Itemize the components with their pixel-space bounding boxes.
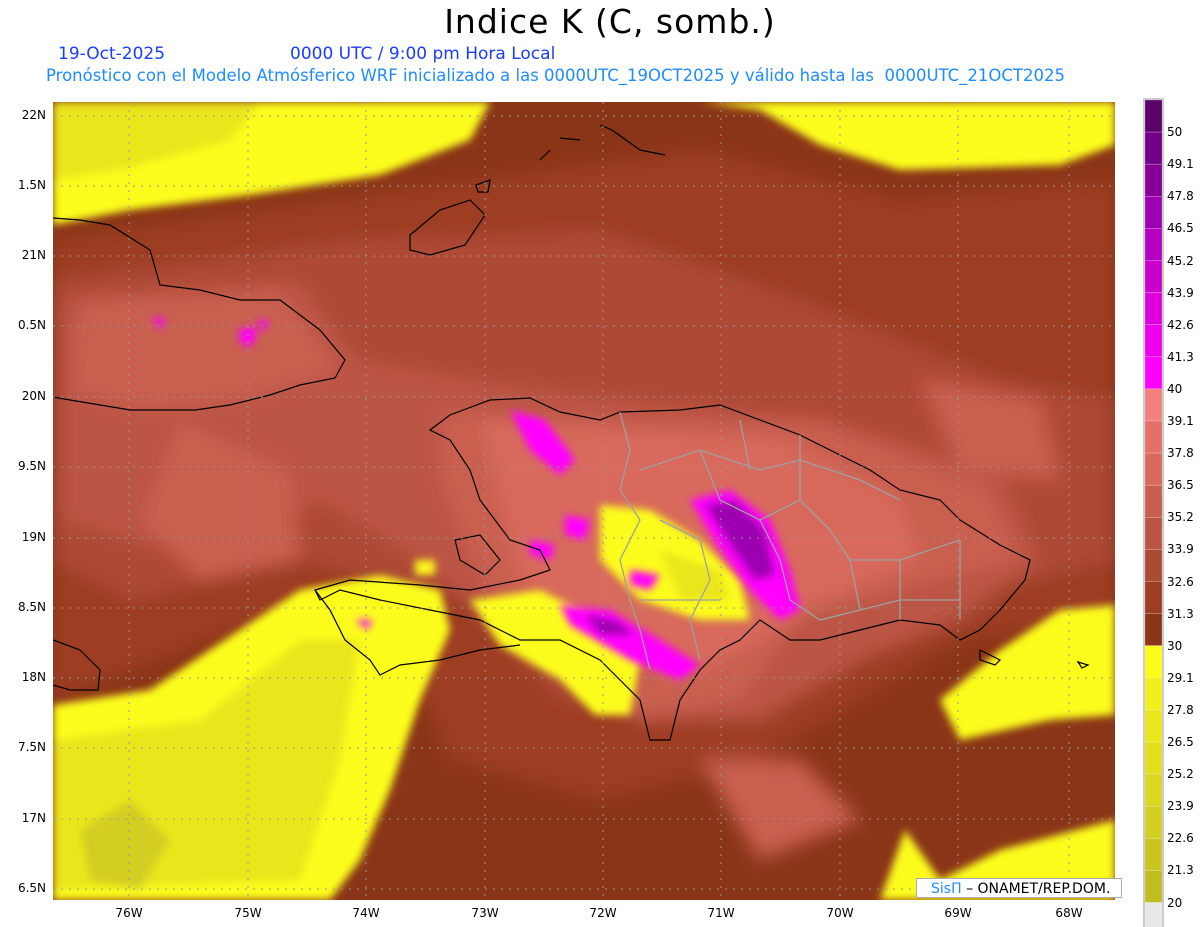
colorbar-swatch [1144, 837, 1163, 871]
colorbar-swatch [1144, 709, 1163, 743]
colorbar-swatch [1144, 741, 1163, 775]
colorbar-label: 25.2 [1167, 767, 1194, 782]
colorbar-label: 32.6 [1167, 574, 1194, 589]
colorbar-swatch [1144, 420, 1163, 454]
lon-label: 68W [1055, 906, 1083, 920]
lat-label: 8.5N [17, 600, 46, 614]
lon-label: 75W [234, 906, 262, 920]
colorbar-swatch [1144, 484, 1163, 518]
colorbar-label: 47.8 [1167, 189, 1194, 204]
colorbar-label: 37.8 [1167, 446, 1194, 461]
lat-label: 0.5N [17, 318, 46, 332]
colorbar-label: 45.2 [1167, 253, 1194, 268]
colorbar-swatch [1144, 196, 1163, 229]
lon-label: 73W [471, 906, 499, 920]
lat-label: 22N [21, 108, 46, 122]
colorbar-label: 39.1 [1167, 414, 1194, 428]
colorbar-label: 36.5 [1167, 478, 1194, 493]
colorbar-swatch [1144, 773, 1163, 807]
colorbar-swatch [1144, 99, 1163, 133]
credit-text: – ONAMET/REP.DOM. [966, 881, 1111, 897]
lat-label: 19N [21, 530, 46, 544]
colorbar-swatch [1144, 549, 1163, 582]
lon-label: 74W [352, 906, 380, 920]
colorbar-swatch [1144, 452, 1163, 486]
colorbar-swatch [1144, 516, 1163, 550]
colorbar-label: 42.6 [1167, 317, 1194, 332]
colorbar-label: 20 [1167, 895, 1183, 910]
colorbar-swatch [1144, 324, 1163, 358]
lat-label: 21N [21, 248, 46, 262]
colorbar-label: 27.8 [1167, 702, 1194, 717]
sispi-logo: SisΠ [931, 881, 962, 897]
colorbar-swatch [1144, 805, 1163, 839]
colorbar-swatch [1144, 292, 1163, 326]
lon-label: 69W [944, 906, 972, 920]
colorbar-label: 21.3 [1167, 863, 1194, 878]
colorbar-label: 23.9 [1167, 799, 1194, 814]
lon-label: 70W [826, 906, 854, 920]
lon-label: 76W [115, 906, 143, 920]
colorbar-label: 26.5 [1167, 735, 1194, 749]
colorbar-swatch [1144, 260, 1163, 293]
lat-label: 1.5N [17, 178, 46, 192]
lon-label: 72W [589, 906, 617, 920]
contour-field [53, 102, 1115, 900]
credit-box: SisΠ – ONAMET/REP.DOM. [916, 878, 1122, 898]
colorbar-swatch [1144, 163, 1163, 197]
colorbar-swatch [1144, 356, 1163, 390]
lat-label: 18N [21, 670, 46, 684]
colorbar-label: 33.9 [1167, 542, 1194, 557]
colorbar-label: 29.1 [1167, 670, 1194, 685]
lat-label: 7.5N [17, 740, 46, 754]
colorbar-swatch [1144, 613, 1163, 646]
lat-label: 17N [21, 811, 46, 825]
colorbar-label: 43.9 [1167, 285, 1194, 300]
lat-label: 20N [21, 389, 46, 403]
colorbar-label: 30 [1167, 638, 1183, 653]
colorbar-swatch [1144, 131, 1163, 165]
k-index-map [53, 98, 1164, 927]
colorbar-label: 31.3 [1167, 606, 1194, 621]
colorbar-swatch [1144, 581, 1163, 614]
colorbar-swatch [1144, 645, 1163, 679]
colorbar-swatch [1144, 677, 1163, 711]
colorbar-swatch [1144, 870, 1163, 903]
lat-label: 6.5N [17, 881, 46, 895]
colorbar-label: 35.2 [1167, 510, 1194, 525]
lat-label: 9.5N [17, 459, 46, 473]
lon-label: 71W [707, 906, 735, 920]
colorbar-label: 49.1 [1167, 157, 1194, 172]
colorbar-swatch [1144, 902, 1163, 927]
colorbar-label: 50 [1167, 125, 1183, 140]
colorbar-label: 41.3 [1167, 349, 1194, 364]
colorbar [1143, 98, 1164, 927]
colorbar-label: 40 [1167, 381, 1183, 396]
colorbar-label: 46.5 [1167, 221, 1194, 236]
colorbar-label: 22.6 [1167, 831, 1194, 846]
colorbar-swatch [1144, 228, 1163, 261]
colorbar-swatch [1144, 388, 1163, 422]
